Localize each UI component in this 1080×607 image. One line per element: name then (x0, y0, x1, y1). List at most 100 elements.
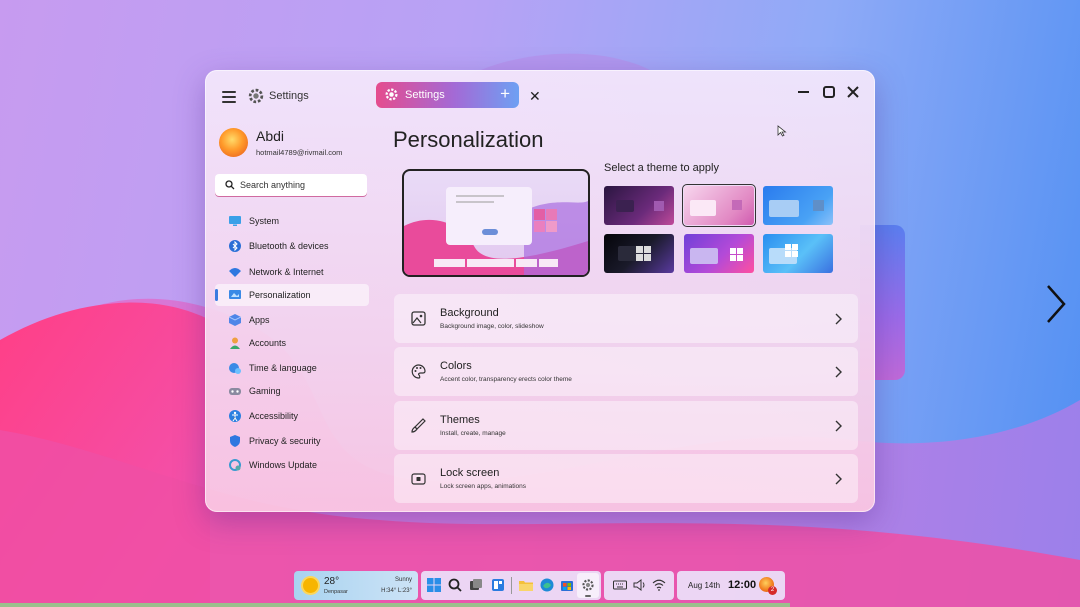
setting-row-themes[interactable]: Themes Install, create, manage (394, 401, 858, 450)
sidebar-item-time-language[interactable]: Time & language (215, 357, 369, 379)
clock-area[interactable]: Aug 14th 12:00 2 (677, 571, 785, 600)
sidebar-item-bluetooth[interactable]: Bluetooth & devices (215, 235, 369, 257)
shield-icon (230, 435, 240, 447)
sidebar-item-network[interactable]: Network & Internet (215, 261, 369, 283)
accessibility-icon (229, 410, 241, 422)
theme-thumbnail-purple-pink[interactable] (684, 234, 754, 273)
gear-icon (582, 579, 594, 591)
setting-row-colors[interactable]: Colors Accent color, transparency erects… (394, 347, 858, 396)
volume-icon[interactable] (633, 578, 647, 592)
sidebar-item-label: Privacy & security (249, 436, 321, 446)
gear-icon (248, 88, 264, 104)
search-icon[interactable] (448, 578, 462, 592)
hamburger-menu-icon[interactable] (222, 91, 236, 103)
monitor-icon (229, 216, 241, 226)
sidebar-item-label: Time & language (249, 363, 317, 373)
new-tab-button[interactable]: + (500, 84, 510, 104)
weather-high-low: H:34° L:23° (381, 588, 412, 594)
close-window-button[interactable] (845, 84, 861, 100)
theme-thumbnail-blue-windows[interactable] (763, 234, 833, 273)
setting-row-subtitle: Lock screen apps, animations (440, 483, 526, 490)
store-icon[interactable] (560, 578, 574, 592)
weather-temp: 28° (324, 576, 340, 587)
search-icon (225, 180, 235, 190)
close-tab-button[interactable]: ✕ (529, 88, 541, 105)
sidebar-item-gaming[interactable]: Gaming (215, 380, 369, 402)
weather-condition: Sunny (394, 577, 412, 583)
avatar[interactable] (219, 128, 248, 157)
page-title: Personalization (393, 127, 544, 152)
sidebar-item-accessibility[interactable]: Accessibility (215, 405, 369, 427)
profile-name: Abdi (256, 128, 285, 144)
image-icon (411, 311, 426, 326)
screen-bottom-strip (0, 603, 790, 607)
mouse-cursor-icon (777, 125, 787, 137)
task-view-icon[interactable] (469, 578, 483, 592)
widgets-icon[interactable] (491, 578, 505, 592)
theme-thumbnail-dark-windows[interactable] (604, 234, 674, 273)
search-input[interactable]: Search anything (215, 174, 367, 196)
bluetooth-icon (229, 240, 241, 252)
tab-settings[interactable]: Settings + (376, 82, 519, 108)
wifi-icon[interactable] (652, 578, 666, 592)
setting-row-lock-screen[interactable]: Lock screen Lock screen apps, animations (394, 454, 858, 503)
setting-row-title: Colors (440, 360, 472, 372)
sidebar-item-personalization[interactable]: Personalization (215, 284, 369, 306)
sun-icon (303, 578, 318, 593)
taskbar-date: Aug 14th (688, 581, 721, 590)
update-icon (229, 459, 241, 471)
minimize-button[interactable] (796, 84, 812, 100)
theme-thumbnail-pink-light[interactable] (682, 184, 756, 227)
setting-row-subtitle: Install, create, manage (440, 430, 506, 437)
sidebar-item-label: Gaming (249, 386, 281, 396)
weather-widget[interactable]: 28° Denpasar Sunny H:34° L:23° (294, 571, 418, 600)
keyboard-icon[interactable] (613, 578, 627, 592)
profile-email: hotmail4789@rivmail.com (256, 148, 343, 157)
theme-preview-image (404, 187, 588, 275)
sidebar-item-label: Windows Update (249, 460, 318, 470)
settings-window: Settings Settings + ✕ Abdi hotmail4789@r… (205, 70, 875, 512)
lock-icon (411, 473, 426, 485)
chevron-right-icon (835, 313, 842, 325)
maximize-button[interactable] (821, 84, 837, 100)
chevron-right-icon (835, 366, 842, 378)
person-icon (230, 337, 240, 349)
palette-icon (411, 364, 426, 379)
sidebar-item-apps[interactable]: Apps (215, 309, 369, 331)
chevron-right-icon (835, 473, 842, 485)
sidebar-item-privacy-security[interactable]: Privacy & security (215, 430, 369, 452)
file-explorer-icon[interactable] (519, 578, 533, 592)
setting-row-subtitle: Background image, color, slideshow (440, 323, 544, 330)
setting-row-subtitle: Accent color, transparency erects color … (440, 376, 572, 383)
paint-icon (229, 290, 241, 299)
taskbar-item-settings[interactable] (577, 573, 599, 598)
sidebar-item-system[interactable]: System (215, 210, 369, 232)
theme-prompt: Select a theme to apply (604, 162, 719, 174)
system-tray (604, 571, 674, 600)
setting-row-title: Lock screen (440, 467, 500, 479)
setting-row-background[interactable]: Background Background image, color, slid… (394, 294, 858, 343)
setting-row-title: Background (440, 307, 499, 319)
sidebar-item-label: Accounts (249, 338, 287, 348)
sidebar-item-label: Personalization (249, 290, 311, 300)
brush-icon (411, 418, 426, 433)
chevron-right-icon[interactable] (1040, 282, 1070, 326)
taskbar-apps (421, 571, 601, 600)
chevron-right-icon (835, 420, 842, 432)
theme-thumbnail-dark-purple[interactable] (604, 186, 674, 225)
sidebar-item-accounts[interactable]: Accounts (215, 332, 369, 354)
sidebar-item-label: Bluetooth & devices (249, 241, 329, 251)
wifi-icon (229, 268, 241, 277)
sidebar-item-label: Network & Internet (249, 267, 324, 277)
sidebar-item-windows-update[interactable]: Windows Update (215, 454, 369, 476)
notification-badge: 2 (768, 586, 777, 595)
edge-browser-icon[interactable] (540, 578, 554, 592)
search-placeholder: Search anything (240, 180, 306, 190)
taskbar-divider (511, 577, 512, 594)
gear-icon (385, 88, 398, 101)
sidebar-item-label: System (249, 216, 280, 226)
tab-label: Settings (405, 89, 445, 101)
theme-thumbnail-blue-light[interactable] (763, 186, 833, 225)
start-windows-icon[interactable] (427, 578, 441, 592)
apps-icon (229, 314, 241, 326)
